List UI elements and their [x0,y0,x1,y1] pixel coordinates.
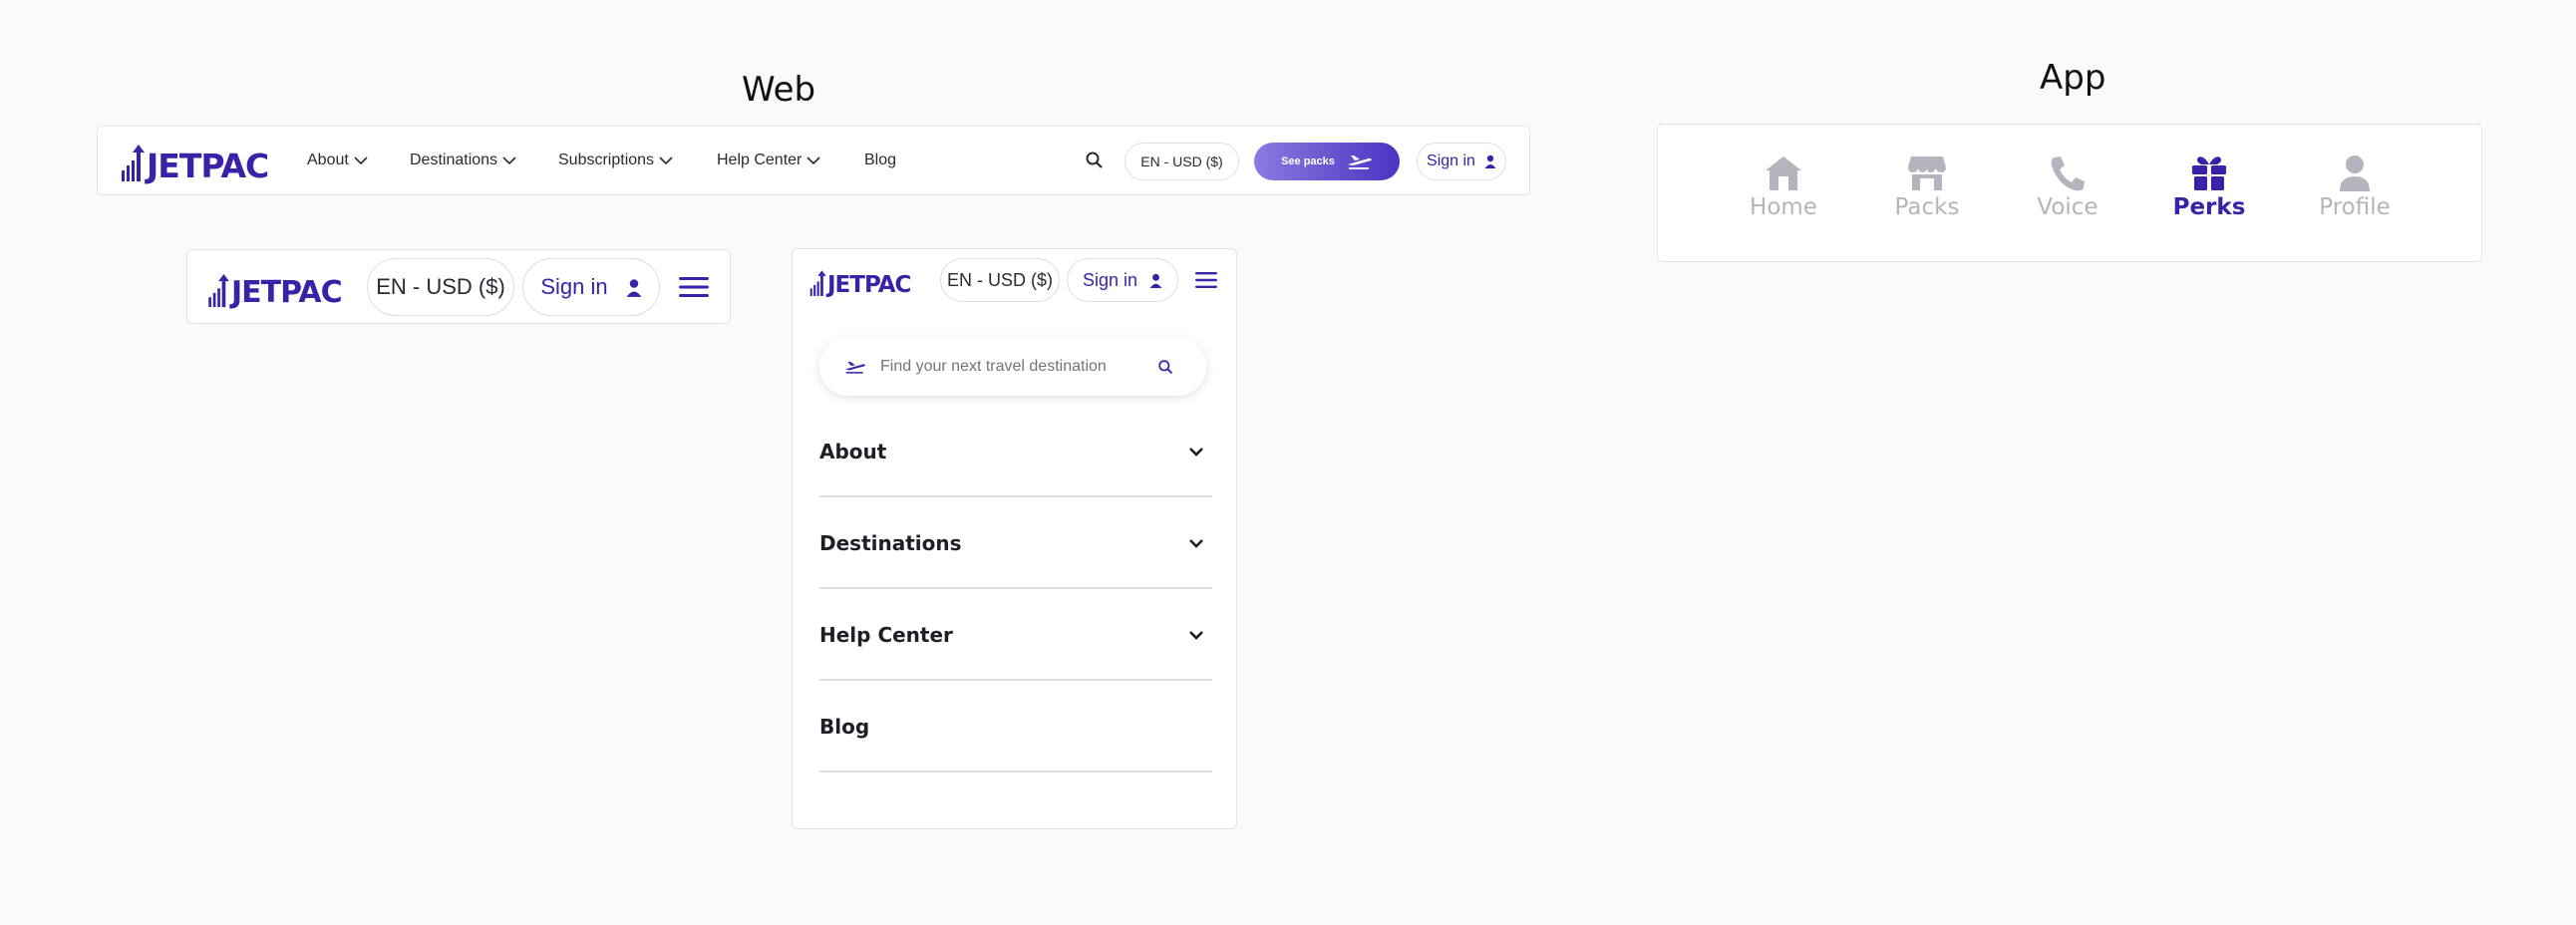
locale-selector[interactable]: EN - USD ($) [940,258,1060,302]
hamburger-icon [679,277,709,297]
user-icon [626,278,641,297]
search-input[interactable] [878,357,1151,377]
nav-help-center[interactable]: Help Center [717,127,821,194]
signin-label: Sign in [1082,269,1138,290]
brand-name: JETPAC [147,147,269,185]
tab-voice-label: Voice [2037,194,2098,220]
menu-item-destinations[interactable]: Destinations [819,498,1212,589]
signin-button[interactable]: Sign in [522,258,660,316]
chevron-down-icon [502,156,516,165]
nav-subscriptions[interactable]: Subscriptions [558,127,674,194]
chevron-down-icon [354,156,368,165]
tab-home[interactable]: Home [1734,154,1833,220]
desktop-navbar: JETPAC About Destinations Subscriptions … [97,126,1530,195]
signin-button[interactable]: Sign in [1417,143,1506,180]
phone-icon [2051,156,2085,191]
logo-mark-icon [809,270,826,296]
menu-item-destinations-label: Destinations [819,530,962,555]
brand-logo[interactable]: JETPAC [121,141,269,185]
gift-icon [2192,156,2226,190]
profile-icon [2340,155,2370,191]
app-tabbar: Home Packs Voice Perks Profile [1657,124,2482,262]
tab-packs[interactable]: Packs [1877,154,1977,220]
chevron-down-icon [1189,447,1203,457]
logo-mark-icon [208,274,229,308]
see-packs-button[interactable]: See packs [1254,143,1400,180]
user-icon [1484,154,1496,168]
chevron-down-icon [806,156,820,165]
menu-item-help-center-label: Help Center [819,622,953,647]
brand-logo[interactable]: JETPAC [809,265,911,298]
nav-about[interactable]: About [307,127,369,194]
plane-icon [844,361,865,374]
nav-destinations[interactable]: Destinations [410,127,517,194]
menu-item-about-label: About [819,439,887,463]
menu-item-help-center[interactable]: Help Center [819,590,1212,681]
tab-voice[interactable]: Voice [2018,154,2117,220]
menu-button[interactable] [678,275,710,304]
plane-icon [1347,155,1372,169]
nav-subscriptions-label: Subscriptions [558,152,655,168]
tab-profile[interactable]: Profile [2305,154,2405,220]
store-icon [1908,156,1946,190]
chevron-down-icon [1189,538,1203,548]
brand-name: JETPAC [231,275,343,310]
chevron-down-icon [659,156,673,165]
nav-destinations-label: Destinations [410,152,498,168]
brand-logo[interactable]: JETPAC [207,268,343,310]
search-button[interactable] [1085,151,1105,175]
destination-search[interactable] [819,338,1206,396]
signin-button[interactable]: Sign in [1067,258,1178,302]
tab-home-label: Home [1750,194,1817,220]
locale-selector[interactable]: EN - USD ($) [367,258,514,316]
user-icon [1149,273,1162,288]
menu-item-blog-label: Blog [819,714,870,739]
see-packs-label: See packs [1281,155,1335,167]
nav-blog[interactable]: Blog [864,127,896,194]
tab-profile-label: Profile [2319,194,2391,220]
menu-item-blog[interactable]: Blog [819,682,1212,772]
chevron-down-icon [1189,630,1203,640]
tab-perks[interactable]: Perks [2159,154,2259,220]
menu-button[interactable] [1194,271,1218,294]
hamburger-icon [1195,272,1217,288]
tablet-navbar: JETPAC EN - USD ($) Sign in [186,249,731,324]
signin-label: Sign in [1427,153,1475,169]
menu-item-about[interactable]: About [819,407,1212,497]
mobile-menu-panel: JETPAC EN - USD ($) Sign in About Destin… [792,248,1237,829]
search-icon[interactable] [1157,359,1174,376]
locale-selector[interactable]: EN - USD ($) [1125,143,1239,180]
tab-perks-label: Perks [2172,194,2246,220]
nav-about-label: About [307,152,349,168]
logo-mark-icon [122,145,145,181]
home-icon [1766,156,1801,190]
web-section-title: Web [742,70,816,110]
nav-blog-label: Blog [864,152,897,168]
search-icon [1086,152,1103,168]
tab-packs-label: Packs [1894,194,1960,220]
app-section-title: App [2040,58,2106,98]
signin-label: Sign in [540,274,608,299]
brand-name: JETPAC [827,272,911,298]
nav-help-center-label: Help Center [717,152,803,168]
